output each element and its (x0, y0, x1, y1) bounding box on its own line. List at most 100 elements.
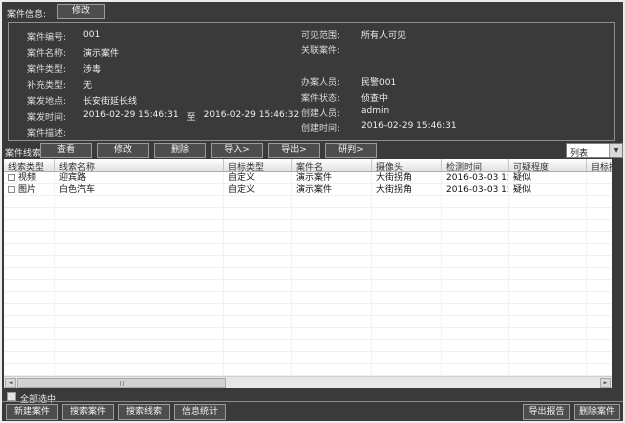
scroll-right-button[interactable]: ► (600, 378, 611, 388)
select-all-checkbox[interactable] (7, 392, 16, 401)
empty-cell (55, 208, 224, 219)
empty-cell (224, 352, 292, 363)
col-clue-type[interactable]: 线索类型 (4, 159, 55, 171)
delete-case-button[interactable]: 删除案件 (574, 404, 620, 420)
col-target-desc[interactable]: 目标描述 (587, 159, 612, 171)
export-report-button[interactable]: 导出报告 (523, 404, 570, 420)
statistics-button[interactable]: 信息统计 (174, 404, 226, 420)
empty-cell (55, 268, 224, 279)
empty-cell (224, 232, 292, 243)
empty-cell (224, 328, 292, 339)
empty-cell (4, 220, 55, 231)
table-row-empty[interactable] (4, 208, 612, 220)
col-clue-name[interactable]: 线索名称 (55, 159, 224, 171)
empty-cell (587, 244, 612, 255)
row-checkbox[interactable] (8, 186, 15, 193)
clue-export-button[interactable]: 导出> (268, 143, 320, 158)
table-row-empty[interactable] (4, 292, 612, 304)
creator-field: 创建人员:admin (301, 106, 389, 119)
empty-cell (587, 340, 612, 351)
empty-cell (509, 208, 587, 219)
empty-cell (292, 364, 372, 375)
empty-cell (292, 280, 372, 291)
empty-cell (587, 256, 612, 267)
empty-cell (442, 232, 509, 243)
case-number-field: 案件编号:001 (27, 30, 100, 43)
table-row-empty[interactable] (4, 340, 612, 352)
col-suspicion[interactable]: 可疑程度 (509, 159, 587, 171)
table-row-empty[interactable] (4, 196, 612, 208)
time-range-separator: 至 (187, 110, 196, 123)
footer-divider (2, 401, 623, 402)
target-desc-cell (587, 172, 612, 183)
supplement-type-field: 补充类型:无 (27, 78, 92, 91)
row-checkbox[interactable] (8, 174, 15, 181)
table-row-empty[interactable] (4, 328, 612, 340)
clue-table-empty-rows (4, 196, 612, 376)
search-clue-button[interactable]: 搜索线索 (118, 404, 170, 420)
table-row-empty[interactable] (4, 244, 612, 256)
horizontal-scrollbar[interactable]: ◄ ► (4, 376, 612, 388)
visibility-field: 可见范围:所有人可见 (301, 28, 406, 41)
col-camera[interactable]: 摄像头 (372, 159, 442, 171)
empty-cell (372, 316, 442, 327)
empty-cell (587, 304, 612, 315)
col-target-type[interactable]: 目标类型 (224, 159, 292, 171)
table-row-empty[interactable] (4, 232, 612, 244)
search-case-button[interactable]: 搜索案件 (62, 404, 114, 420)
col-case-name[interactable]: 案件名 (292, 159, 372, 171)
clue-name-cell: 白色汽车 (55, 184, 224, 195)
new-case-button[interactable]: 新建案件 (6, 404, 58, 420)
scrollbar-thumb[interactable] (17, 378, 226, 388)
empty-cell (292, 292, 372, 303)
col-detect-time[interactable]: 检测时间 (442, 159, 509, 171)
empty-cell (587, 280, 612, 291)
empty-cell (509, 316, 587, 327)
table-row-empty[interactable] (4, 268, 612, 280)
empty-cell (442, 340, 509, 351)
empty-cell (442, 280, 509, 291)
empty-cell (509, 352, 587, 363)
clue-view-button[interactable]: 查看 (40, 143, 92, 158)
scroll-left-button[interactable]: ◄ (5, 378, 16, 388)
table-row-empty[interactable] (4, 352, 612, 364)
empty-cell (292, 196, 372, 207)
empty-cell (4, 280, 55, 291)
table-row-image-clue[interactable]: 图片 白色汽车 自定义 演示案件 大街拐角 2016-03-03 15:22:3… (4, 184, 612, 196)
empty-cell (4, 244, 55, 255)
empty-cell (509, 268, 587, 279)
detect-time-cell: 2016-03-03 15:23:52 (442, 172, 509, 183)
table-row-empty[interactable] (4, 304, 612, 316)
empty-cell (372, 328, 442, 339)
empty-cell (372, 208, 442, 219)
case-status-field: 案件状态:侦查中 (301, 91, 388, 104)
table-row-empty[interactable] (4, 364, 612, 376)
clue-modify-button[interactable]: 修改 (97, 143, 149, 158)
empty-cell (509, 244, 587, 255)
table-row-video-clue[interactable]: 视频 迎宾路 自定义 演示案件 大街拐角 2016-03-03 15:23:52… (4, 172, 612, 184)
modify-case-button[interactable]: 修改 (57, 4, 105, 19)
table-row-empty[interactable] (4, 256, 612, 268)
empty-cell (509, 232, 587, 243)
empty-cell (442, 256, 509, 267)
empty-cell (4, 256, 55, 267)
empty-cell (509, 364, 587, 375)
empty-cell (372, 220, 442, 231)
clue-table: 线索类型 线索名称 目标类型 案件名 摄像头 检测时间 可疑程度 目标描述 视频… (4, 159, 612, 388)
chevron-down-icon[interactable]: ▼ (609, 144, 622, 157)
empty-cell (442, 304, 509, 315)
table-row-empty[interactable] (4, 280, 612, 292)
scrollbar-grip-icon (120, 381, 124, 386)
clue-import-button[interactable]: 导入> (211, 143, 263, 158)
empty-cell (224, 220, 292, 231)
view-mode-dropdown[interactable]: 列表 ▼ (566, 143, 623, 158)
empty-cell (292, 304, 372, 315)
empty-cell (292, 232, 372, 243)
table-row-empty[interactable] (4, 316, 612, 328)
table-row-empty[interactable] (4, 220, 612, 232)
empty-cell (587, 268, 612, 279)
empty-cell (55, 304, 224, 315)
clue-analyze-button[interactable]: 研判> (325, 143, 377, 158)
empty-cell (587, 352, 612, 363)
clue-delete-button[interactable]: 删除 (154, 143, 206, 158)
